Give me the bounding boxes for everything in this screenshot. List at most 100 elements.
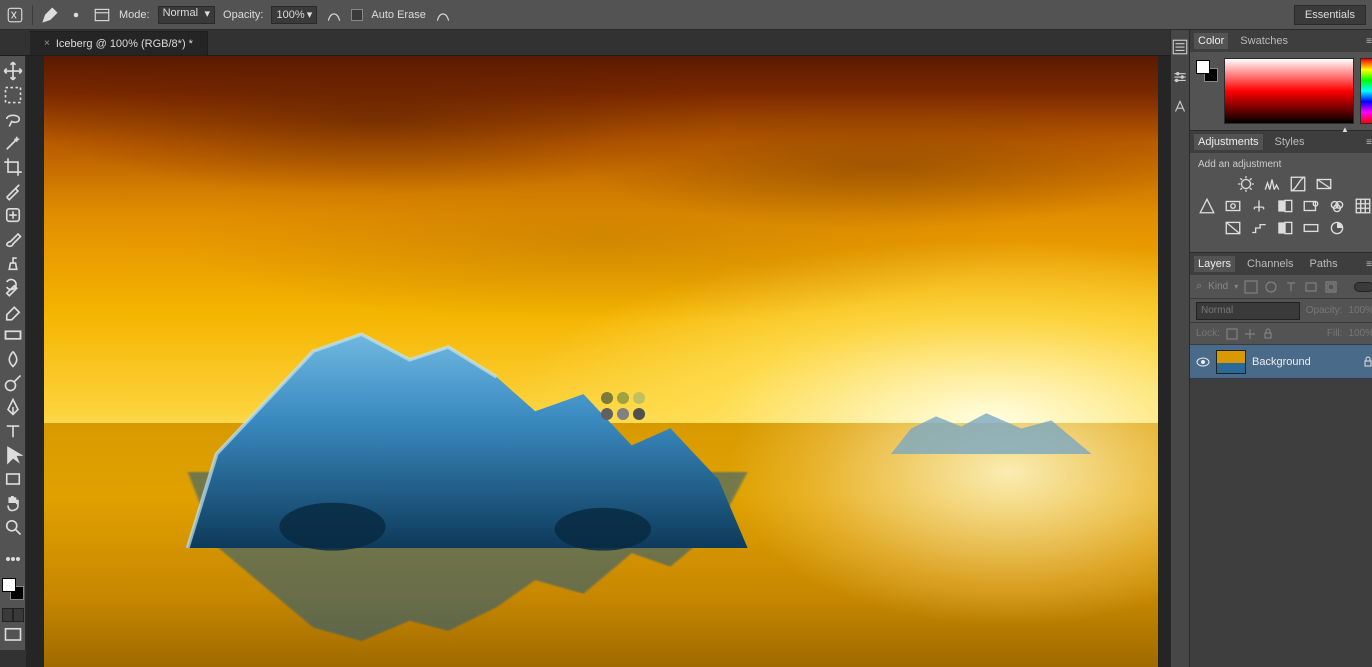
levels-icon[interactable]	[1263, 176, 1281, 192]
visibility-eye-icon[interactable]	[1196, 355, 1210, 369]
character-panel-icon[interactable]	[1171, 98, 1189, 116]
invert-icon[interactable]	[1224, 220, 1242, 236]
adjustments-panel: Adjustments Styles ≡ Add an adjustment	[1190, 131, 1372, 253]
gradient-tool[interactable]	[2, 324, 24, 346]
spectrum-cursor-icon	[1341, 123, 1351, 129]
eraser-tool[interactable]	[2, 300, 24, 322]
brush-tool[interactable]	[2, 228, 24, 250]
ps-home-icon[interactable]	[6, 6, 24, 24]
hue-sat-icon[interactable]	[1224, 198, 1242, 214]
filter-adjust-icon[interactable]	[1264, 280, 1278, 294]
pressure-size-icon[interactable]	[434, 6, 452, 24]
color-panel-swatch[interactable]	[1196, 60, 1218, 82]
posterize-icon[interactable]	[1250, 220, 1268, 236]
panel-menu-icon[interactable]: ≡	[1362, 259, 1372, 270]
photo-filter-icon[interactable]	[1302, 198, 1320, 214]
filter-toggle-switch[interactable]	[1354, 282, 1372, 292]
pen-tool[interactable]	[2, 396, 24, 418]
color-spectrum[interactable]	[1224, 58, 1354, 124]
panel-menu-icon[interactable]: ≡	[1362, 36, 1372, 47]
search-icon[interactable]: ⌕	[1196, 280, 1202, 293]
layer-blend-mode-select[interactable]: Normal	[1196, 302, 1300, 320]
document-tab-bar: × Iceberg @ 100% (RGB/8*) *	[0, 30, 1372, 56]
type-tool[interactable]	[2, 420, 24, 442]
layer-opacity-value[interactable]: 100%	[1348, 305, 1372, 316]
screen-mode-icon[interactable]	[2, 624, 24, 646]
gradient-map-icon[interactable]	[1302, 220, 1320, 236]
opacity-input[interactable]: 100%	[271, 6, 317, 24]
filter-shape-icon[interactable]	[1304, 280, 1318, 294]
vibrance-icon[interactable]	[1198, 198, 1216, 214]
lock-pixels-icon[interactable]	[1226, 328, 1238, 340]
layer-thumbnail[interactable]	[1216, 350, 1246, 374]
filter-smart-icon[interactable]	[1324, 280, 1338, 294]
history-panel-icon[interactable]	[1171, 38, 1189, 56]
fill-value[interactable]: 100%	[1348, 328, 1372, 339]
canvas-iceberg-distant	[891, 398, 1092, 459]
color-lookup-icon[interactable]	[1354, 198, 1372, 214]
blur-tool[interactable]	[2, 348, 24, 370]
tab-layers[interactable]: Layers	[1194, 256, 1235, 272]
eyedropper-tool[interactable]	[2, 180, 24, 202]
layer-filter-bar: ⌕ Kind ▾	[1190, 275, 1372, 299]
marquee-tool[interactable]	[2, 84, 24, 106]
document-canvas[interactable]	[44, 56, 1158, 667]
foreground-background-swatch[interactable]	[2, 578, 24, 600]
spot-healing-tool[interactable]	[2, 204, 24, 226]
quick-mask-toggle[interactable]	[2, 608, 24, 622]
lock-position-icon[interactable]	[1244, 328, 1256, 340]
move-tool[interactable]	[2, 60, 24, 82]
workspace-switcher[interactable]: Essentials	[1294, 5, 1366, 25]
document-tab[interactable]: × Iceberg @ 100% (RGB/8*) *	[30, 31, 208, 55]
tab-styles[interactable]: Styles	[1271, 134, 1309, 150]
blend-mode-select[interactable]: Normal	[158, 6, 215, 24]
selective-color-icon[interactable]	[1328, 220, 1346, 236]
rectangle-tool[interactable]	[2, 468, 24, 490]
zoom-tool[interactable]	[2, 516, 24, 538]
crop-tool[interactable]	[2, 156, 24, 178]
tab-swatches[interactable]: Swatches	[1236, 33, 1292, 49]
lasso-tool[interactable]	[2, 108, 24, 130]
filter-type-icon[interactable]	[1284, 280, 1298, 294]
curves-icon[interactable]	[1289, 176, 1307, 192]
color-panel: Color Swatches ≡	[1190, 30, 1372, 131]
document-tab-title: Iceberg @ 100% (RGB/8*) *	[56, 38, 193, 50]
brush-preset-icon[interactable]	[67, 6, 85, 24]
pencil-tool-indicator-icon[interactable]	[41, 6, 59, 24]
canvas-area	[26, 56, 1170, 667]
brush-panel-toggle-icon[interactable]	[93, 6, 111, 24]
tab-adjustments[interactable]: Adjustments	[1194, 134, 1263, 150]
filter-pixel-icon[interactable]	[1244, 280, 1258, 294]
layer-row-background[interactable]: Background	[1190, 345, 1372, 379]
tab-channels[interactable]: Channels	[1243, 256, 1297, 272]
foreground-color-swatch[interactable]	[2, 578, 16, 592]
color-balance-icon[interactable]	[1250, 198, 1268, 214]
layer-filter-kind[interactable]: Kind	[1208, 281, 1228, 292]
sampler-dot	[633, 392, 645, 404]
panel-menu-icon[interactable]: ≡	[1362, 137, 1372, 148]
layer-blend-row: Normal Opacity: 100%	[1190, 299, 1372, 323]
brightness-contrast-icon[interactable]	[1237, 176, 1255, 192]
close-icon[interactable]: ×	[44, 38, 50, 49]
black-white-icon[interactable]	[1276, 198, 1294, 214]
tab-paths[interactable]: Paths	[1306, 256, 1342, 272]
layer-name[interactable]: Background	[1252, 356, 1311, 368]
history-brush-tool[interactable]	[2, 276, 24, 298]
pressure-opacity-icon[interactable]	[325, 6, 343, 24]
tab-color[interactable]: Color	[1194, 33, 1228, 49]
channel-mixer-icon[interactable]	[1328, 198, 1346, 214]
threshold-icon[interactable]	[1276, 220, 1294, 236]
edit-toolbar-icon[interactable]	[2, 548, 24, 570]
hand-tool[interactable]	[2, 492, 24, 514]
path-select-tool[interactable]	[2, 444, 24, 466]
dodge-tool[interactable]	[2, 372, 24, 394]
sampler-dot	[617, 408, 629, 420]
auto-erase-checkbox[interactable]	[351, 9, 363, 21]
magic-wand-tool[interactable]	[2, 132, 24, 154]
clone-stamp-tool[interactable]	[2, 252, 24, 274]
properties-panel-icon[interactable]	[1171, 68, 1189, 86]
lock-all-icon[interactable]	[1262, 328, 1274, 340]
sampler-dot	[601, 392, 613, 404]
exposure-icon[interactable]	[1315, 176, 1333, 192]
hue-slider[interactable]	[1360, 58, 1372, 124]
